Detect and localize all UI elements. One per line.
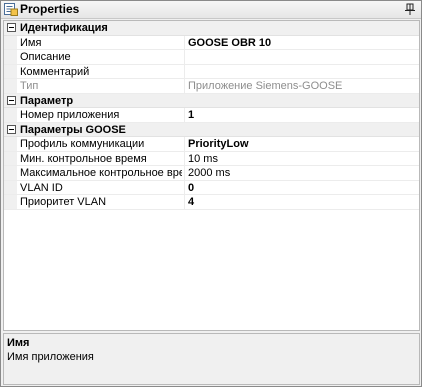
property-name: Комментарий bbox=[20, 65, 90, 78]
category-goose-parameters[interactable]: Параметры GOOSE bbox=[4, 122, 419, 137]
row-gutter bbox=[4, 50, 17, 64]
property-value[interactable]: PriorityLow bbox=[188, 138, 249, 150]
property-value[interactable]: 1 bbox=[188, 109, 194, 121]
property-name: VLAN ID bbox=[20, 181, 63, 194]
category-label: Идентификация bbox=[20, 22, 108, 34]
property-name: Номер приложения bbox=[20, 109, 120, 121]
row-gutter bbox=[4, 137, 17, 151]
column-divider[interactable] bbox=[184, 180, 185, 194]
property-name: Мин. контрольное время bbox=[20, 152, 147, 165]
property-value[interactable]: 2000 ms bbox=[188, 167, 230, 179]
property-value[interactable]: GOOSE OBR 10 bbox=[188, 37, 271, 49]
title-bar: Properties bbox=[1, 1, 421, 19]
property-name: Имя bbox=[20, 36, 42, 49]
collapse-toggle-icon[interactable] bbox=[7, 124, 16, 134]
pin-icon[interactable] bbox=[404, 3, 416, 16]
property-row-comm-profile[interactable]: Профиль коммуникации PriorityLow bbox=[4, 137, 419, 152]
property-row-description[interactable]: Описание bbox=[4, 50, 419, 65]
property-name: Тип bbox=[20, 80, 39, 92]
window-title: Properties bbox=[20, 2, 80, 16]
column-divider[interactable] bbox=[184, 79, 185, 93]
property-value[interactable]: 0 bbox=[188, 182, 194, 194]
category-label: Параметр bbox=[20, 94, 74, 107]
property-row-type[interactable]: Тип Приложение Siemens-GOOSE bbox=[4, 79, 419, 94]
properties-window: Properties Идентификация Имя GOOSE OBR 1… bbox=[0, 0, 422, 387]
row-gutter bbox=[4, 151, 17, 165]
column-divider[interactable] bbox=[184, 50, 185, 64]
column-divider[interactable] bbox=[184, 166, 185, 180]
property-row-vlan-id[interactable]: VLAN ID 0 bbox=[4, 180, 419, 195]
property-name: Профиль коммуникации bbox=[20, 138, 145, 150]
property-name: Максимальное контрольное время bbox=[20, 167, 182, 179]
column-divider[interactable] bbox=[184, 35, 185, 49]
category-parameter[interactable]: Параметр bbox=[4, 93, 419, 108]
help-description: Имя приложения bbox=[7, 351, 94, 363]
property-row-vlan-priority[interactable]: Приоритет VLAN 4 bbox=[4, 195, 419, 210]
properties-icon bbox=[4, 3, 18, 16]
property-grid[interactable]: Идентификация Имя GOOSE OBR 10 Описание … bbox=[3, 20, 420, 331]
property-row-name[interactable]: Имя GOOSE OBR 10 bbox=[4, 35, 419, 50]
property-value: Приложение Siemens-GOOSE bbox=[188, 80, 343, 92]
category-identification[interactable]: Идентификация bbox=[4, 21, 419, 36]
property-row-comment[interactable]: Комментарий bbox=[4, 64, 419, 79]
column-divider[interactable] bbox=[184, 64, 185, 78]
property-row-min-time[interactable]: Мин. контрольное время 10 ms bbox=[4, 151, 419, 166]
column-divider[interactable] bbox=[184, 151, 185, 165]
row-gutter bbox=[4, 79, 17, 93]
row-gutter bbox=[4, 35, 17, 49]
property-value[interactable]: 4 bbox=[188, 196, 194, 208]
property-value[interactable]: 10 ms bbox=[188, 153, 218, 165]
property-row-max-time[interactable]: Максимальное контрольное время 2000 ms bbox=[4, 166, 419, 181]
column-divider[interactable] bbox=[184, 137, 185, 151]
row-gutter bbox=[4, 108, 17, 122]
property-name: Описание bbox=[20, 51, 71, 63]
row-gutter bbox=[4, 64, 17, 78]
category-label: Параметры GOOSE bbox=[20, 123, 126, 136]
row-gutter bbox=[4, 166, 17, 180]
help-panel: Имя Имя приложения bbox=[3, 333, 420, 385]
collapse-toggle-icon[interactable] bbox=[7, 95, 16, 105]
collapse-toggle-icon[interactable] bbox=[7, 23, 16, 32]
column-divider[interactable] bbox=[184, 195, 185, 209]
column-divider[interactable] bbox=[184, 108, 185, 122]
row-gutter bbox=[4, 195, 17, 209]
row-gutter bbox=[4, 180, 17, 194]
property-row-app-number[interactable]: Номер приложения 1 bbox=[4, 108, 419, 123]
help-title: Имя bbox=[7, 337, 30, 349]
property-name: Приоритет VLAN bbox=[20, 196, 107, 208]
